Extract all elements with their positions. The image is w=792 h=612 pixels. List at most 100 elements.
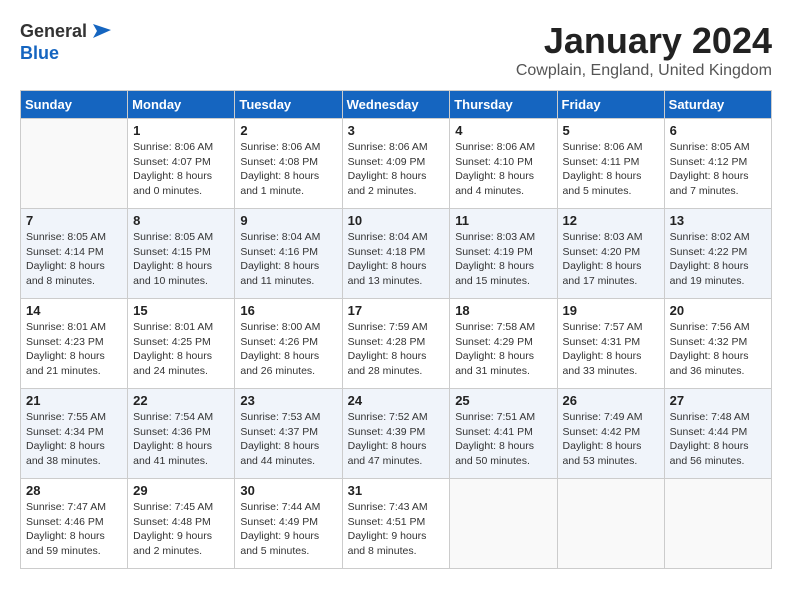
col-thursday: Thursday xyxy=(450,91,557,119)
calendar-cell: 9 Sunrise: 8:04 AMSunset: 4:16 PMDaylight… xyxy=(235,209,342,299)
cell-date: 8 xyxy=(133,213,229,228)
cell-info: Sunrise: 8:00 AMSunset: 4:26 PMDaylight:… xyxy=(240,320,336,379)
cell-date: 28 xyxy=(26,483,122,498)
header-row: Sunday Monday Tuesday Wednesday Thursday… xyxy=(21,91,772,119)
cell-date: 19 xyxy=(563,303,659,318)
cell-date: 23 xyxy=(240,393,336,408)
cell-info: Sunrise: 8:06 AMSunset: 4:08 PMDaylight:… xyxy=(240,140,336,199)
calendar-header: Sunday Monday Tuesday Wednesday Thursday… xyxy=(21,91,772,119)
cell-info: Sunrise: 8:01 AMSunset: 4:25 PMDaylight:… xyxy=(133,320,229,379)
cell-info: Sunrise: 7:55 AMSunset: 4:34 PMDaylight:… xyxy=(26,410,122,469)
logo-icon xyxy=(89,20,111,42)
calendar-week-row: 28Sunrise: 7:47 AMSunset: 4:46 PMDayligh… xyxy=(21,479,772,569)
cell-info: Sunrise: 8:05 AMSunset: 4:15 PMDaylight:… xyxy=(133,230,229,289)
calendar-cell: 11 Sunrise: 8:03 AMSunset: 4:19 PMDayligh… xyxy=(450,209,557,299)
cell-date: 1 xyxy=(133,123,229,138)
col-wednesday: Wednesday xyxy=(342,91,450,119)
location-title: Cowplain, England, United Kingdom xyxy=(516,62,772,80)
calendar-cell: 23 Sunrise: 7:53 AMSunset: 4:37 PMDayligh… xyxy=(235,389,342,479)
calendar-table: Sunday Monday Tuesday Wednesday Thursday… xyxy=(20,90,772,569)
cell-info: Sunrise: 8:01 AMSunset: 4:23 PMDaylight:… xyxy=(26,320,122,379)
cell-info: Sunrise: 8:06 AMSunset: 4:11 PMDaylight:… xyxy=(563,140,659,199)
calendar-cell: 31 Sunrise: 7:43 AMSunset: 4:51 PMDayligh… xyxy=(342,479,450,569)
calendar-cell: 15Sunrise: 8:01 AMSunset: 4:25 PMDayligh… xyxy=(128,299,235,389)
cell-date: 27 xyxy=(670,393,766,408)
calendar-cell: 1 Sunrise: 8:06 AMSunset: 4:07 PMDaylight… xyxy=(128,119,235,209)
month-title: January 2024 xyxy=(516,20,772,62)
cell-info: Sunrise: 8:04 AMSunset: 4:18 PMDaylight:… xyxy=(348,230,445,289)
calendar-cell: 4 Sunrise: 8:06 AMSunset: 4:10 PMDaylight… xyxy=(450,119,557,209)
cell-info: Sunrise: 8:03 AMSunset: 4:20 PMDaylight:… xyxy=(563,230,659,289)
calendar-cell xyxy=(21,119,128,209)
calendar-cell: 22Sunrise: 7:54 AMSunset: 4:36 PMDayligh… xyxy=(128,389,235,479)
calendar-week-row: 1 Sunrise: 8:06 AMSunset: 4:07 PMDaylight… xyxy=(21,119,772,209)
cell-info: Sunrise: 7:48 AMSunset: 4:44 PMDaylight:… xyxy=(670,410,766,469)
col-tuesday: Tuesday xyxy=(235,91,342,119)
calendar-cell: 5 Sunrise: 8:06 AMSunset: 4:11 PMDaylight… xyxy=(557,119,664,209)
col-sunday: Sunday xyxy=(21,91,128,119)
cell-date: 7 xyxy=(26,213,122,228)
calendar-cell: 13Sunrise: 8:02 AMSunset: 4:22 PMDayligh… xyxy=(664,209,771,299)
cell-info: Sunrise: 7:53 AMSunset: 4:37 PMDaylight:… xyxy=(240,410,336,469)
logo: General Blue xyxy=(20,20,111,64)
cell-date: 12 xyxy=(563,213,659,228)
cell-date: 14 xyxy=(26,303,122,318)
cell-info: Sunrise: 8:06 AMSunset: 4:10 PMDaylight:… xyxy=(455,140,551,199)
page-header: General Blue January 2024 Cowplain, Engl… xyxy=(20,20,772,80)
calendar-cell: 8 Sunrise: 8:05 AMSunset: 4:15 PMDaylight… xyxy=(128,209,235,299)
calendar-cell: 30Sunrise: 7:44 AMSunset: 4:49 PMDayligh… xyxy=(235,479,342,569)
cell-info: Sunrise: 7:58 AMSunset: 4:29 PMDaylight:… xyxy=(455,320,551,379)
logo-general: General xyxy=(20,22,87,42)
cell-date: 17 xyxy=(348,303,445,318)
cell-info: Sunrise: 8:03 AMSunset: 4:19 PMDaylight:… xyxy=(455,230,551,289)
calendar-body: 1 Sunrise: 8:06 AMSunset: 4:07 PMDaylight… xyxy=(21,119,772,569)
cell-date: 6 xyxy=(670,123,766,138)
cell-date: 5 xyxy=(563,123,659,138)
cell-info: Sunrise: 8:06 AMSunset: 4:09 PMDaylight:… xyxy=(348,140,445,199)
cell-date: 18 xyxy=(455,303,551,318)
cell-info: Sunrise: 7:49 AMSunset: 4:42 PMDaylight:… xyxy=(563,410,659,469)
cell-date: 21 xyxy=(26,393,122,408)
calendar-cell: 25 Sunrise: 7:51 AMSunset: 4:41 PMDayligh… xyxy=(450,389,557,479)
cell-info: Sunrise: 7:51 AMSunset: 4:41 PMDaylight:… xyxy=(455,410,551,469)
cell-info: Sunrise: 8:04 AMSunset: 4:16 PMDaylight:… xyxy=(240,230,336,289)
cell-date: 9 xyxy=(240,213,336,228)
cell-info: Sunrise: 7:57 AMSunset: 4:31 PMDaylight:… xyxy=(563,320,659,379)
cell-date: 31 xyxy=(348,483,445,498)
calendar-cell: 19 Sunrise: 7:57 AMSunset: 4:31 PMDayligh… xyxy=(557,299,664,389)
calendar-cell: 2 Sunrise: 8:06 AMSunset: 4:08 PMDaylight… xyxy=(235,119,342,209)
calendar-week-row: 7 Sunrise: 8:05 AMSunset: 4:14 PMDaylight… xyxy=(21,209,772,299)
cell-date: 24 xyxy=(348,393,445,408)
cell-date: 10 xyxy=(348,213,445,228)
cell-date: 2 xyxy=(240,123,336,138)
cell-date: 3 xyxy=(348,123,445,138)
cell-info: Sunrise: 7:45 AMSunset: 4:48 PMDaylight:… xyxy=(133,500,229,559)
cell-date: 11 xyxy=(455,213,551,228)
calendar-cell: 27 Sunrise: 7:48 AMSunset: 4:44 PMDayligh… xyxy=(664,389,771,479)
cell-info: Sunrise: 7:59 AMSunset: 4:28 PMDaylight:… xyxy=(348,320,445,379)
cell-date: 20 xyxy=(670,303,766,318)
cell-date: 16 xyxy=(240,303,336,318)
calendar-cell: 24Sunrise: 7:52 AMSunset: 4:39 PMDayligh… xyxy=(342,389,450,479)
calendar-cell: 7 Sunrise: 8:05 AMSunset: 4:14 PMDaylight… xyxy=(21,209,128,299)
calendar-cell xyxy=(664,479,771,569)
calendar-week-row: 21 Sunrise: 7:55 AMSunset: 4:34 PMDayligh… xyxy=(21,389,772,479)
title-area: January 2024 Cowplain, England, United K… xyxy=(516,20,772,80)
logo-blue: Blue xyxy=(20,44,111,64)
cell-date: 4 xyxy=(455,123,551,138)
cell-info: Sunrise: 8:05 AMSunset: 4:14 PMDaylight:… xyxy=(26,230,122,289)
cell-date: 25 xyxy=(455,393,551,408)
col-saturday: Saturday xyxy=(664,91,771,119)
calendar-cell: 10 Sunrise: 8:04 AMSunset: 4:18 PMDayligh… xyxy=(342,209,450,299)
cell-date: 26 xyxy=(563,393,659,408)
calendar-cell xyxy=(450,479,557,569)
calendar-cell: 20Sunrise: 7:56 AMSunset: 4:32 PMDayligh… xyxy=(664,299,771,389)
calendar-cell: 14 Sunrise: 8:01 AMSunset: 4:23 PMDayligh… xyxy=(21,299,128,389)
cell-info: Sunrise: 7:43 AMSunset: 4:51 PMDaylight:… xyxy=(348,500,445,559)
cell-info: Sunrise: 8:06 AMSunset: 4:07 PMDaylight:… xyxy=(133,140,229,199)
cell-info: Sunrise: 7:54 AMSunset: 4:36 PMDaylight:… xyxy=(133,410,229,469)
col-monday: Monday xyxy=(128,91,235,119)
calendar-cell xyxy=(557,479,664,569)
calendar-cell: 16 Sunrise: 8:00 AMSunset: 4:26 PMDayligh… xyxy=(235,299,342,389)
cell-date: 30 xyxy=(240,483,336,498)
